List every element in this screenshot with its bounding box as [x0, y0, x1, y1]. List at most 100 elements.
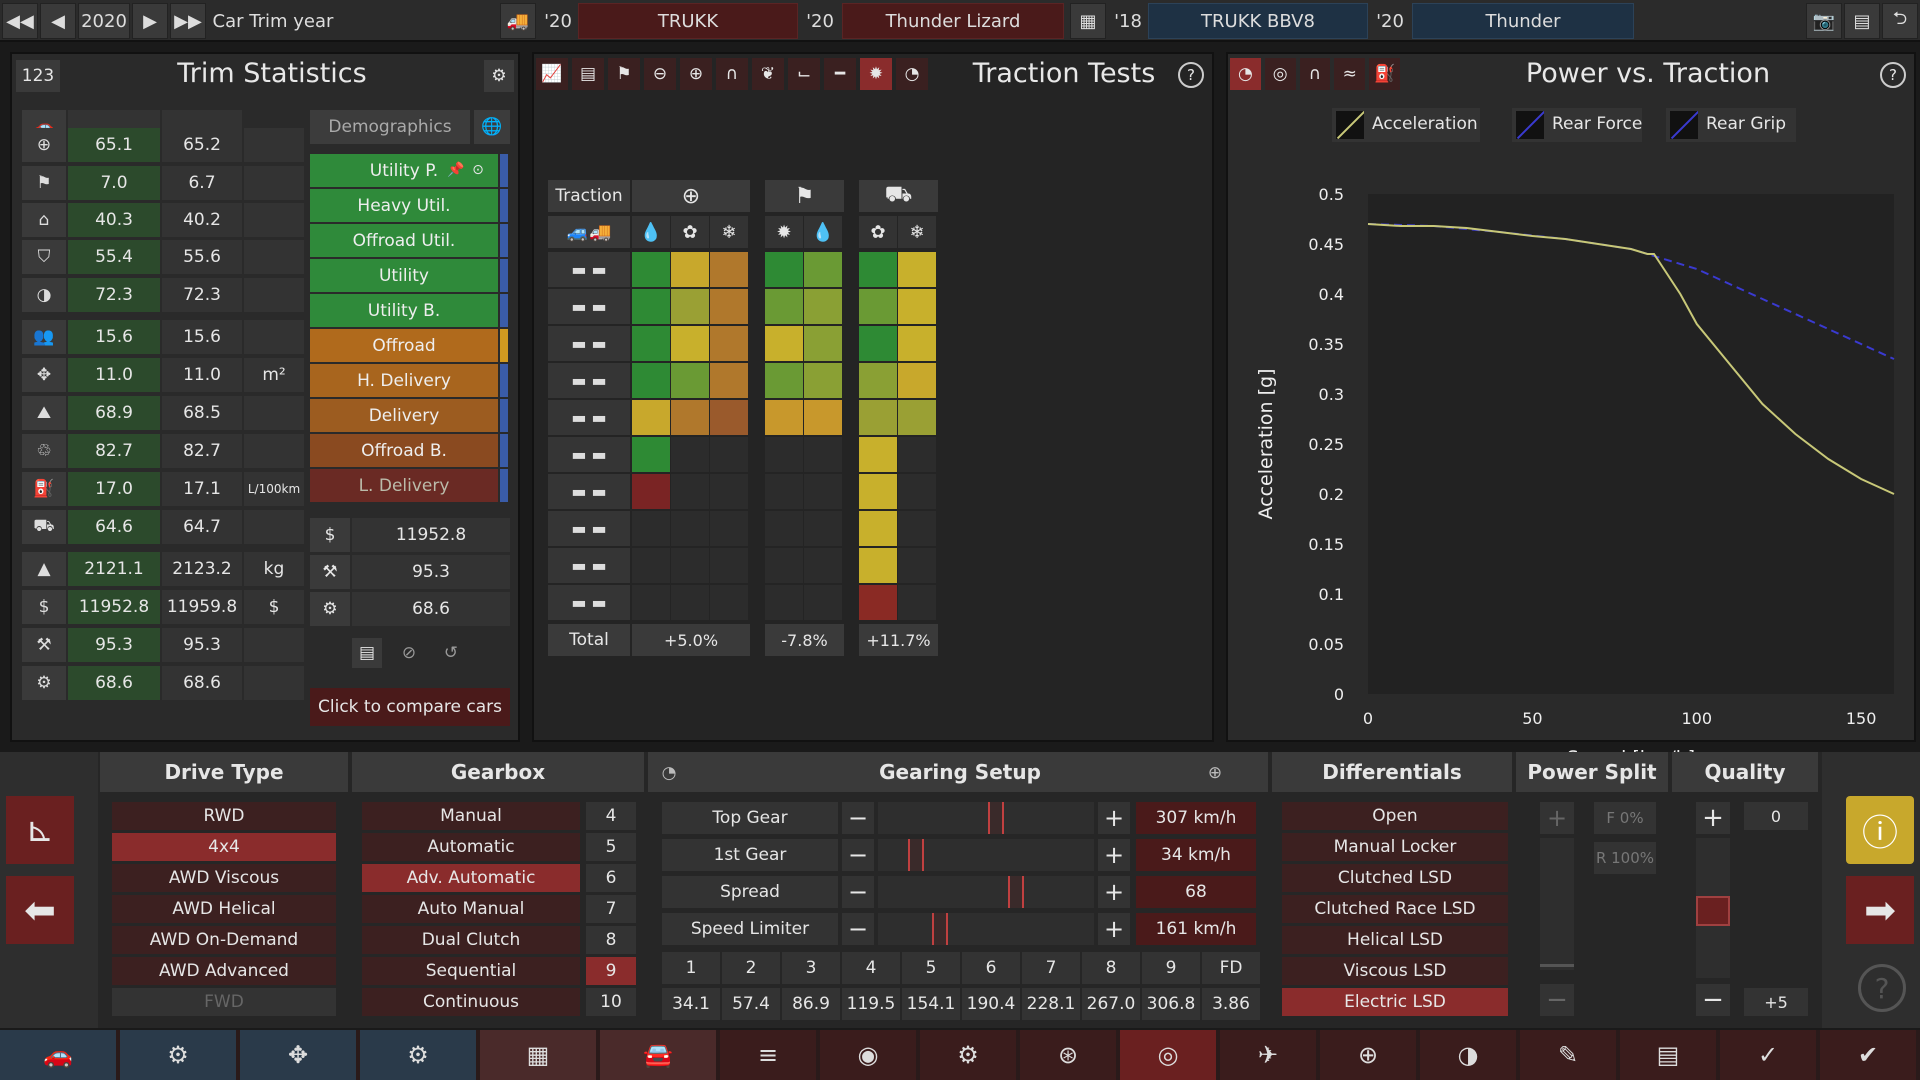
option-item[interactable]: Clutched LSD: [1282, 864, 1508, 892]
demographic-item[interactable]: L. Delivery: [310, 469, 510, 502]
power-split-handle[interactable]: [1540, 964, 1574, 967]
increase-button[interactable]: +: [1098, 876, 1130, 908]
paint-icon[interactable]: ▤: [1620, 1030, 1716, 1080]
option-item[interactable]: AWD Advanced: [112, 957, 336, 985]
option-item[interactable]: AWD Viscous: [112, 864, 336, 892]
forward-arrow-icon[interactable]: ➡: [1846, 876, 1914, 944]
option-item[interactable]: Dual Clutch: [362, 926, 580, 954]
option-item[interactable]: AWD On-Demand: [112, 926, 336, 954]
back-arrow-icon[interactable]: ⬅: [6, 876, 74, 944]
demographic-item[interactable]: Utility B.: [310, 294, 510, 327]
settings-icon[interactable]: ⚙: [484, 60, 514, 92]
notes-icon[interactable]: ▤: [352, 638, 382, 668]
decrease-button[interactable]: −: [842, 876, 874, 908]
testing-icon[interactable]: ✓: [1720, 1030, 1816, 1080]
gear-count-option[interactable]: 4: [586, 802, 636, 830]
help-icon[interactable]: ?: [1880, 62, 1906, 88]
decrease-button[interactable]: −: [842, 839, 874, 871]
prev-year-icon[interactable]: ◀: [40, 3, 76, 39]
brakes-icon[interactable]: ◉: [820, 1030, 916, 1080]
gauge-icon[interactable]: ◔: [656, 760, 682, 786]
fast-forward-icon[interactable]: ▶▶: [170, 3, 206, 39]
demographic-item[interactable]: Offroad B.: [310, 434, 510, 467]
year-field[interactable]: 2020: [78, 3, 130, 39]
wheel-icon[interactable]: ⊕: [1202, 760, 1228, 786]
wave-tab-icon[interactable]: ≈: [1334, 58, 1366, 90]
option-item[interactable]: Helical LSD: [1282, 926, 1508, 954]
compare-cars-button[interactable]: Click to compare cars: [310, 688, 510, 726]
tuning-icon[interactable]: ⚙: [360, 1030, 476, 1080]
demographic-item[interactable]: Utility P. 📌 ⊙: [310, 154, 510, 187]
help-icon[interactable]: ?: [1858, 964, 1906, 1012]
finish-icon[interactable]: ✔: [1820, 1030, 1916, 1080]
gear-count-option[interactable]: 5: [586, 833, 636, 861]
fuel-icon[interactable]: ✎: [1520, 1030, 1616, 1080]
gearing-slider[interactable]: [878, 802, 1094, 834]
gearing-slider[interactable]: [878, 913, 1094, 945]
option-item[interactable]: 4x4: [112, 833, 336, 861]
option-item[interactable]: Open: [1282, 802, 1508, 830]
increase-button[interactable]: +: [1098, 913, 1130, 945]
pin-icon[interactable]: 📌: [446, 156, 466, 184]
option-item[interactable]: Continuous: [362, 988, 580, 1016]
aero-icon[interactable]: ✈: [1220, 1030, 1316, 1080]
option-item[interactable]: RWD: [112, 802, 336, 830]
increase-button[interactable]: +: [1098, 802, 1130, 834]
legend-item[interactable]: Rear Grip: [1666, 108, 1796, 142]
gear-count-option[interactable]: 8: [586, 926, 636, 954]
gear-count-option[interactable]: 6: [586, 864, 636, 892]
increase-button[interactable]: +: [1098, 839, 1130, 871]
quality-plus-button[interactable]: +: [1696, 802, 1730, 834]
option-item[interactable]: Automatic: [362, 833, 580, 861]
option-item[interactable]: Manual Locker: [1282, 833, 1508, 861]
demographic-item[interactable]: Heavy Util.: [310, 189, 510, 222]
quality-slider-handle[interactable]: [1696, 896, 1730, 926]
split-minus-button[interactable]: −: [1540, 984, 1574, 1016]
interior-icon[interactable]: ⊕: [1320, 1030, 1416, 1080]
camera-icon[interactable]: 📷: [1806, 3, 1842, 39]
arc-tab-icon[interactable]: ∩: [1299, 58, 1331, 90]
option-item[interactable]: Viscous LSD: [1282, 957, 1508, 985]
globe-icon[interactable]: 🌐: [474, 110, 510, 144]
slider-handle[interactable]: [1008, 876, 1024, 908]
chart-axis-icon[interactable]: ⊾: [6, 796, 74, 864]
truck-icon[interactable]: 🚚: [500, 3, 536, 39]
demographic-item[interactable]: Utility: [310, 259, 510, 292]
engine-icon[interactable]: ▦: [1070, 3, 1106, 39]
safety-icon[interactable]: ◑: [1420, 1030, 1516, 1080]
slot-trim[interactable]: Thunder Lizard: [842, 3, 1064, 39]
decrease-button[interactable]: −: [842, 802, 874, 834]
trim-icon[interactable]: ▦: [480, 1030, 596, 1080]
next-year-icon[interactable]: ▶: [132, 3, 168, 39]
power-split-slider[interactable]: [1540, 838, 1574, 970]
option-item[interactable]: Auto Manual: [362, 895, 580, 923]
suspension-icon[interactable]: ≡: [720, 1030, 816, 1080]
option-item[interactable]: Electric LSD: [1282, 988, 1508, 1016]
legend-item[interactable]: Acceleration: [1332, 108, 1480, 142]
cancel-icon[interactable]: ⊘: [394, 638, 424, 668]
slider-handle[interactable]: [908, 839, 924, 871]
warning-icon[interactable]: ⓘ: [1846, 796, 1914, 864]
back-icon[interactable]: ⮌: [1882, 3, 1918, 39]
fuel-tab-icon[interactable]: ⛽: [1369, 58, 1400, 90]
gearing-slider[interactable]: [878, 876, 1094, 908]
target-icon[interactable]: ⊙: [468, 156, 488, 184]
gearing-slider[interactable]: [878, 839, 1094, 871]
quality-minus-button[interactable]: −: [1696, 984, 1730, 1016]
slot-engine-variant[interactable]: Thunder: [1412, 3, 1634, 39]
demographic-item[interactable]: H. Delivery: [310, 364, 510, 397]
car-body-icon[interactable]: 🚗: [0, 1030, 116, 1080]
fixtures-icon[interactable]: ⚙: [120, 1030, 236, 1080]
tire-tab-icon[interactable]: ◎: [1264, 58, 1296, 90]
demographic-item[interactable]: Offroad: [310, 329, 510, 362]
demographics-tab[interactable]: Demographics: [310, 110, 470, 144]
option-item[interactable]: Manual: [362, 802, 580, 830]
gear-count-option[interactable]: 9: [586, 957, 636, 985]
gear-count-option[interactable]: 10: [586, 988, 636, 1016]
demographic-item[interactable]: Offroad Util.: [310, 224, 510, 257]
gear-count-option[interactable]: 7: [586, 895, 636, 923]
option-item[interactable]: AWD Helical: [112, 895, 336, 923]
option-item[interactable]: FWD: [112, 988, 336, 1016]
option-item[interactable]: Clutched Race LSD: [1282, 895, 1508, 923]
engineering-icon[interactable]: ✥: [240, 1030, 356, 1080]
